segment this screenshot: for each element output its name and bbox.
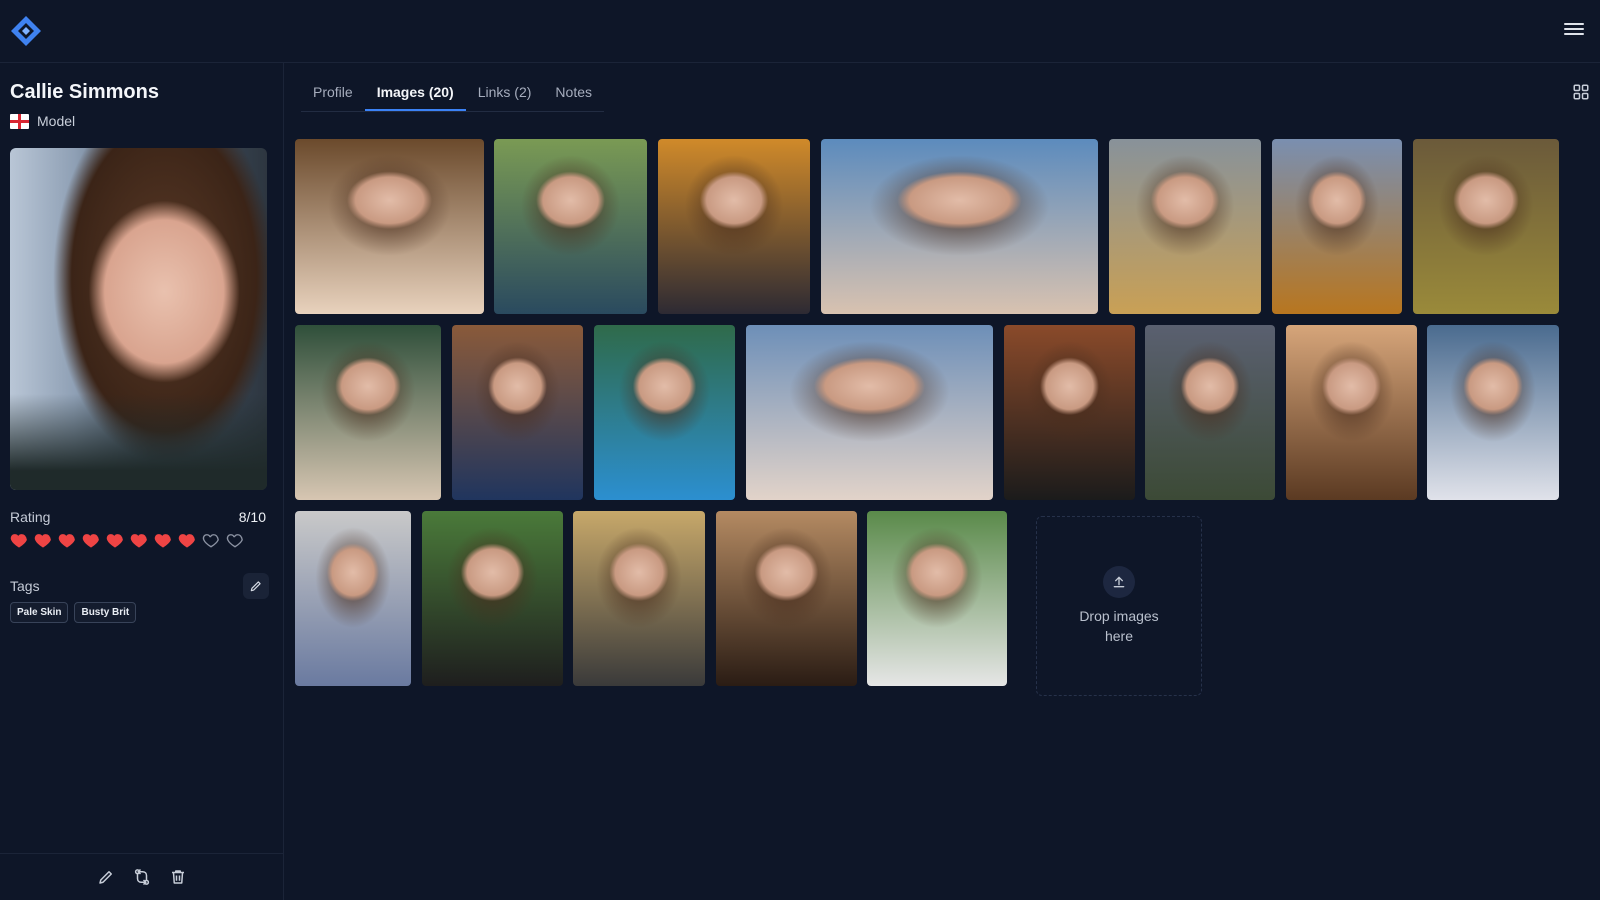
gallery-image-19[interactable] [716, 511, 857, 686]
profile-portrait[interactable] [10, 148, 267, 490]
gallery-image-8[interactable] [295, 325, 441, 500]
merge-icon[interactable] [133, 868, 151, 886]
heart-filled-icon[interactable] [10, 531, 28, 549]
gallery-image-20[interactable] [867, 511, 1007, 686]
england-flag-icon [10, 113, 29, 129]
gallery-image-3[interactable] [658, 139, 810, 314]
tag-chip[interactable]: Pale Skin [10, 602, 69, 623]
gallery-image-9[interactable] [452, 325, 583, 500]
image-dropzone[interactable]: Drop images here [1036, 516, 1202, 696]
gallery-image-13[interactable] [1145, 325, 1275, 500]
heart-filled-icon[interactable] [82, 531, 100, 549]
heart-filled-icon[interactable] [130, 531, 148, 549]
gallery-image-18[interactable] [573, 511, 705, 686]
tab-links[interactable]: Links (2) [466, 79, 544, 111]
tab-notes[interactable]: Notes [543, 79, 604, 111]
sidebar-footer [0, 853, 284, 900]
gallery-image-16[interactable] [295, 511, 411, 686]
diamond-logo-icon[interactable] [10, 15, 42, 47]
rating-hearts[interactable] [10, 531, 244, 549]
edit-pencil-icon[interactable] [97, 868, 115, 886]
heart-filled-icon[interactable] [154, 531, 172, 549]
gallery-image-15[interactable] [1427, 325, 1559, 500]
hamburger-menu-icon[interactable] [1564, 20, 1584, 40]
rating-label: Rating [10, 509, 51, 525]
tags-label: Tags [10, 578, 40, 594]
dropzone-label: Drop images here [1079, 608, 1159, 644]
trash-icon[interactable] [169, 868, 187, 886]
profile-sidebar: Callie Simmons Model Rating 8/10 Tags Pa… [0, 63, 284, 900]
heart-filled-icon[interactable] [34, 531, 52, 549]
gallery-image-10[interactable] [594, 325, 735, 500]
gallery-image-14[interactable] [1286, 325, 1417, 500]
edit-tags-button[interactable] [243, 573, 269, 599]
grid-view-icon[interactable] [1572, 83, 1590, 101]
heart-empty-icon[interactable] [226, 531, 244, 549]
top-bar [0, 0, 1600, 63]
heart-filled-icon[interactable] [106, 531, 124, 549]
pencil-icon [250, 581, 261, 592]
profile-name: Callie Simmons [10, 81, 159, 103]
gallery-image-5[interactable] [1109, 139, 1261, 314]
gallery-image-2[interactable] [494, 139, 647, 314]
rating-value: 8/10 [238, 509, 266, 525]
gallery-image-17[interactable] [422, 511, 563, 686]
main-content: Profile Images (20) Links (2) Notes Drop… [285, 63, 1600, 900]
tab-profile[interactable]: Profile [301, 79, 365, 111]
profile-type-label: Model [37, 113, 76, 129]
upload-icon [1103, 566, 1135, 598]
gallery-image-1[interactable] [295, 139, 484, 314]
profile-type: Model [10, 113, 75, 129]
heart-filled-icon[interactable] [178, 531, 196, 549]
tab-images[interactable]: Images (20) [364, 79, 466, 111]
gallery-image-11[interactable] [746, 325, 993, 500]
tag-list: Pale Skin Busty Brit [10, 602, 137, 623]
profile-tabs: Profile Images (20) Links (2) Notes [301, 79, 604, 112]
tag-chip[interactable]: Busty Brit [74, 602, 137, 623]
heart-filled-icon[interactable] [58, 531, 76, 549]
gallery-image-7[interactable] [1413, 139, 1559, 314]
heart-empty-icon[interactable] [202, 531, 220, 549]
gallery-image-12[interactable] [1004, 325, 1135, 500]
gallery-image-6[interactable] [1272, 139, 1402, 314]
gallery-image-4[interactable] [821, 139, 1098, 314]
